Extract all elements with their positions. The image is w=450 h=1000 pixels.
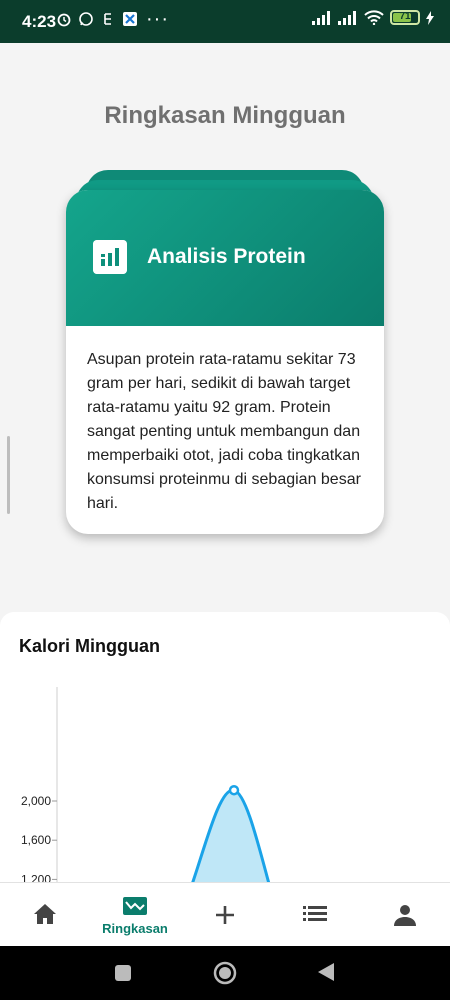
status-time: 4:23: [22, 12, 57, 31]
card-title: Analisis Protein: [147, 245, 306, 268]
whatsapp-icon: [79, 12, 93, 26]
plus-icon: [216, 906, 234, 924]
bar-chart-icon: [93, 240, 127, 274]
list-icon: [303, 906, 327, 921]
page-title: Ringkasan Mingguan: [104, 102, 346, 129]
signal-icon: [312, 10, 330, 25]
nav-add[interactable]: [180, 883, 270, 947]
nav-summary-label: Ringkasan: [102, 921, 168, 936]
more-notifications: ···: [146, 8, 169, 30]
bottom-navigation: Ringkasan: [0, 882, 450, 947]
y-tick-label: 2,000: [21, 794, 51, 808]
card-body-text: Asupan protein rata-ratamu sekitar 73 gr…: [87, 351, 361, 512]
home-icon: [34, 904, 56, 924]
signal-icon-2: [338, 10, 356, 25]
calories-area-fill: [192, 790, 269, 882]
scroll-indicator: [7, 436, 10, 514]
person-icon: [394, 905, 416, 926]
app-icon: [104, 13, 111, 25]
wifi-icon: [364, 10, 384, 25]
battery-level: 71: [399, 11, 411, 22]
protein-analysis-card[interactable]: Analisis Protein Asupan protein rata-rat…: [66, 190, 384, 534]
nav-list[interactable]: [270, 883, 360, 947]
home-button[interactable]: [213, 961, 237, 985]
back-button[interactable]: [317, 962, 335, 982]
y-tick-label: 1,200: [21, 872, 51, 882]
status-bar: 4:23 ··· 71: [0, 0, 450, 43]
charging-icon: [426, 10, 434, 25]
battery-indicator: 71: [390, 10, 420, 25]
app-badge-icon: [123, 12, 137, 26]
weekly-calories-chart: 4008001,2001,6002,000: [21, 687, 271, 882]
alarm-icon: [57, 13, 71, 27]
summary-chart-icon: [123, 897, 147, 915]
weekly-calories-panel: Kalori Mingguan 4008001,2001,6002,000: [0, 612, 450, 882]
nav-summary[interactable]: Ringkasan: [90, 883, 180, 947]
system-navigation-bar: [0, 946, 450, 1000]
nav-home[interactable]: [0, 883, 90, 947]
recents-button[interactable]: [114, 964, 132, 982]
nav-profile[interactable]: [360, 883, 450, 947]
card-header: Analisis Protein: [66, 190, 384, 326]
y-tick-label: 1,600: [21, 833, 51, 847]
calories-point[interactable]: [228, 784, 240, 796]
